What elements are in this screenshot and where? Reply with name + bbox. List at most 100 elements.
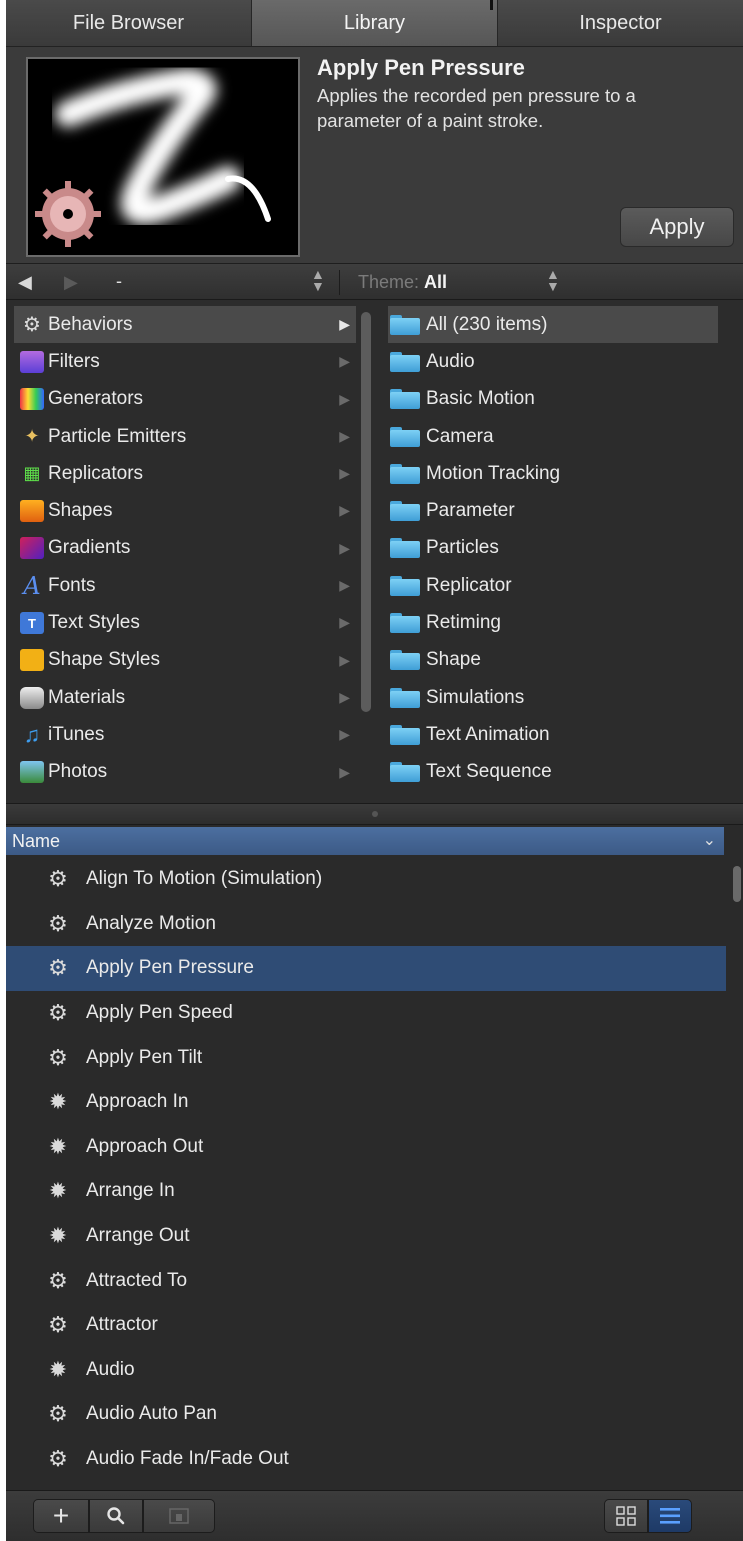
forward-arrow-icon[interactable]: ▶ xyxy=(64,272,78,293)
chevron-right-icon: ▶ xyxy=(339,577,350,594)
list-item[interactable]: ⚙ Apply Pen Tilt xyxy=(6,1035,726,1080)
category-list: ⚙ Behaviors ▶ Filters ▶ Generators ▶ ✦ P… xyxy=(14,306,356,791)
category-itunes[interactable]: ♫ iTunes ▶ xyxy=(14,716,356,753)
gear-icon: ⚙ xyxy=(48,1446,68,1472)
subcategory-item[interactable]: Retiming xyxy=(388,604,718,641)
folder-icon xyxy=(390,575,420,596)
chevron-right-icon: ▶ xyxy=(339,726,350,743)
category-gradients[interactable]: Gradients ▶ xyxy=(14,530,356,567)
gear-icon: ⚙ xyxy=(48,1267,68,1293)
list-item[interactable]: ✹ Arrange Out xyxy=(6,1214,726,1259)
list-item[interactable]: ⚙ Audio Auto Pan xyxy=(6,1392,726,1437)
subcategory-item[interactable]: Parameter xyxy=(388,492,718,529)
list-item[interactable]: ✹ Audio xyxy=(6,1348,726,1393)
chevron-right-icon: ▶ xyxy=(339,651,350,668)
category-replicators[interactable]: ▦ Replicators ▶ xyxy=(14,455,356,492)
category-fonts[interactable]: A Fonts ▶ xyxy=(14,567,356,604)
grid-view-icon xyxy=(616,1506,636,1526)
subcategory-item[interactable]: Simulations xyxy=(388,679,718,716)
list-item[interactable]: ⚙ Attractor xyxy=(6,1303,726,1348)
list-view-icon xyxy=(660,1508,680,1524)
list-item-selected[interactable]: ⚙ Apply Pen Pressure xyxy=(6,946,726,991)
split-divider[interactable] xyxy=(6,803,743,825)
category-label: Shapes xyxy=(48,500,113,522)
subcategory-item[interactable]: Camera xyxy=(388,418,718,455)
list-item[interactable]: ✹ Arrange In xyxy=(6,1169,726,1214)
nav-bar: ◀ ▶ - ▲ ▼ Theme: All ▲ ▼ xyxy=(6,263,743,300)
item-label: Analyze Motion xyxy=(86,912,216,934)
list-item[interactable]: ⚙ Analyze Motion xyxy=(6,902,726,947)
text-gear-icon: ✹ xyxy=(48,1089,68,1115)
category-particle-emitters[interactable]: ✦ Particle Emitters ▶ xyxy=(14,418,356,455)
category-label: Replicators xyxy=(48,462,144,484)
text-gear-icon: ✹ xyxy=(48,1178,68,1204)
subcategory-item[interactable]: Text Animation xyxy=(388,716,718,753)
subcategory-item[interactable]: Replicator xyxy=(388,567,718,604)
subcategory-item[interactable]: Motion Tracking xyxy=(388,455,718,492)
item-label: Apply Pen Pressure xyxy=(86,957,254,979)
subcategory-item[interactable]: All (230 items) xyxy=(388,306,718,344)
category-scrollbar[interactable] xyxy=(361,312,371,712)
theme-stepper-icon[interactable]: ▲ ▼ xyxy=(546,267,560,293)
photos-icon xyxy=(20,761,44,784)
subcategory-list: All (230 items) Audio Basic Motion Camer… xyxy=(388,306,718,791)
gradients-icon xyxy=(20,537,44,560)
panel-notch xyxy=(490,0,493,10)
category-label: Filters xyxy=(48,350,100,372)
back-arrow-icon[interactable]: ◀ xyxy=(18,272,32,293)
fonts-icon: A xyxy=(23,571,41,600)
list-item[interactable]: ⚙ Apply Pen Speed xyxy=(6,991,726,1036)
name-column-header[interactable]: Name ⌄ xyxy=(6,827,724,855)
preview-title: Apply Pen Pressure xyxy=(317,55,525,80)
list-item[interactable]: ⚙ Attracted To xyxy=(6,1258,726,1303)
category-filters[interactable]: Filters ▶ xyxy=(14,343,356,380)
list-view-button[interactable] xyxy=(648,1499,692,1533)
subcategory-item[interactable]: Audio xyxy=(388,343,718,380)
chevron-right-icon: ▶ xyxy=(339,688,350,705)
item-label: Arrange In xyxy=(86,1180,175,1202)
chevron-down-icon[interactable]: ⌄ xyxy=(703,830,716,850)
list-item[interactable]: ✹ Approach In xyxy=(6,1080,726,1125)
subcategory-item[interactable]: Particles xyxy=(388,530,718,567)
subcategory-item[interactable]: Basic Motion xyxy=(388,381,718,418)
shapes-icon xyxy=(20,500,44,523)
search-button[interactable] xyxy=(89,1499,143,1533)
column-header-label: Name xyxy=(12,830,61,851)
list-item[interactable]: ✹ Approach Out xyxy=(6,1125,726,1170)
tab-inspector[interactable]: Inspector xyxy=(498,0,743,46)
icon-view-button[interactable] xyxy=(604,1499,648,1533)
folder-icon xyxy=(390,501,420,522)
list-item[interactable]: ⚙ Audio Fade In/Fade Out xyxy=(6,1437,726,1482)
subcategory-item[interactable]: Shape xyxy=(388,642,718,679)
subcategory-item[interactable]: Text Sequence xyxy=(388,754,718,791)
preview-thumbnail xyxy=(26,57,300,257)
category-generators[interactable]: Generators ▶ xyxy=(14,381,356,418)
category-browser: ⚙ Behaviors ▶ Filters ▶ Generators ▶ ✦ P… xyxy=(6,300,743,803)
nav-separator xyxy=(339,270,340,295)
item-label: Approach Out xyxy=(86,1135,204,1157)
folder-icon xyxy=(390,389,420,410)
category-text-styles[interactable]: T Text Styles ▶ xyxy=(14,604,356,641)
generators-icon xyxy=(20,388,44,411)
subcategory-label: Text Sequence xyxy=(426,761,552,783)
category-photos[interactable]: Photos ▶ xyxy=(14,754,356,791)
path-stepper-icon[interactable]: ▲ ▼ xyxy=(311,267,325,293)
subcategory-label: Parameter xyxy=(426,500,515,522)
category-shapes[interactable]: Shapes ▶ xyxy=(14,492,356,529)
list-scrollbar[interactable] xyxy=(733,866,741,902)
add-button[interactable]: + xyxy=(33,1499,89,1533)
preview-description: Applies the recorded pen pressure to a p… xyxy=(317,85,636,131)
apply-button[interactable]: Apply xyxy=(620,207,734,247)
category-materials[interactable]: Materials ▶ xyxy=(14,679,356,716)
preview-toggle-button[interactable] xyxy=(143,1499,215,1533)
tab-library[interactable]: Library xyxy=(252,0,498,46)
category-label: Text Styles xyxy=(48,612,140,634)
theme-popup[interactable]: Theme: All xyxy=(358,272,447,293)
category-behaviors[interactable]: ⚙ Behaviors ▶ xyxy=(14,306,356,344)
category-shape-styles[interactable]: Shape Styles ▶ xyxy=(14,642,356,679)
list-item[interactable]: ⚙ Align To Motion (Simulation) xyxy=(6,857,726,902)
path-popup[interactable]: - xyxy=(116,271,122,292)
replicators-icon: ▦ xyxy=(23,463,41,484)
tab-file-browser[interactable]: File Browser xyxy=(6,0,252,46)
divider-handle-icon[interactable] xyxy=(372,811,378,817)
